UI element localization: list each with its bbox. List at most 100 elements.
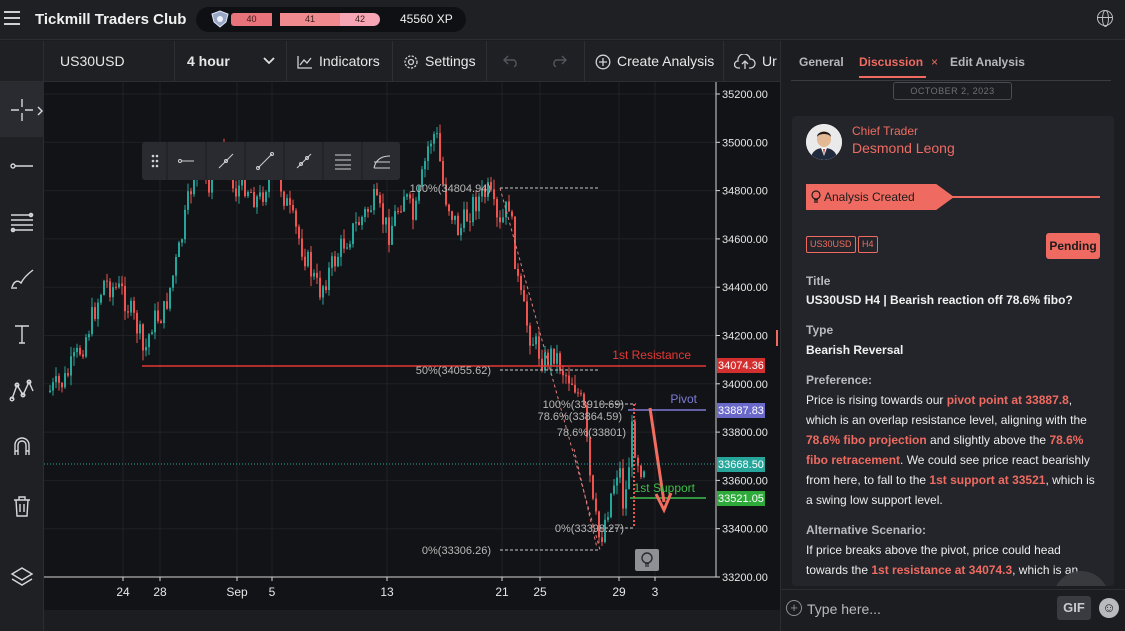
candle-body [427,146,429,162]
tab-edit-analysis[interactable]: Edit Analysis [950,55,1025,69]
create-analysis-button[interactable]: Create Analysis [585,41,724,82]
candle-body [400,211,402,213]
candle-body [568,375,570,384]
candle-body [238,185,240,197]
candle-body [106,280,108,282]
layers-icon [10,566,34,586]
current-price-text: 33668.50 [718,459,764,471]
candle-body [643,471,645,478]
candle-body [526,301,528,326]
price-tick-label: 35000.00 [722,137,768,149]
crosshair-tool[interactable] [0,82,44,137]
time-tick-label: 21 [495,585,509,599]
author-name[interactable]: Desmond Leong [852,140,955,156]
price-axis[interactable]: 35200.00 35000.00 34800.00 34600.00 34400.00… [715,82,768,584]
message-input[interactable] [807,598,1047,620]
candle-body [334,256,336,267]
candle-body [448,204,450,212]
layers-tool[interactable] [0,550,44,605]
add-attachment-icon[interactable]: + [786,600,802,616]
gif-button[interactable]: GIF [1057,596,1091,620]
price-chart[interactable]: 100%(34804.94) 50%(34055.62) 0%(33306.26… [44,82,780,610]
chart-canvas[interactable]: 100%(34804.94) 50%(34055.62) 0%(33306.26… [44,82,780,610]
message-composer: + GIF ☺ [781,589,1125,631]
candle-body [235,188,237,197]
pattern-tool[interactable] [0,362,44,417]
settings-button[interactable]: Settings [393,41,487,82]
create-analysis-label: Create Analysis [617,53,715,69]
alt-highlight-resistance: 1st resistance at 34074.3 [871,563,1013,577]
settings-label: Settings [425,53,476,69]
globe-icon[interactable] [1097,10,1113,27]
banner-divider [952,196,1100,198]
fib2-label-0: 0%(33398.27) [555,523,624,535]
gear-icon [404,55,418,69]
candle-body [397,211,399,213]
time-tick-label: 5 [269,585,276,599]
candle-body [253,192,255,208]
candle-body [124,286,126,312]
interval-selector[interactable]: 4 hour [175,41,287,82]
lightbulb-icon [811,190,821,203]
magnet-tool[interactable] [0,418,44,473]
tab-discussion[interactable]: Discussion × [859,55,938,78]
candle-body [256,196,258,208]
candle-body [133,300,135,313]
drawing-tools-bar [0,82,44,631]
candle-body [430,143,432,147]
candle-body [595,498,597,512]
rank-badge-icon [211,10,229,28]
fib-label-0: 0%(33306.26) [422,545,491,557]
fib-tool[interactable] [0,194,44,249]
candle-body [538,336,540,359]
candle-body [616,477,618,486]
candle-body [292,204,294,211]
crosshair-icon [11,98,33,121]
candle-body [376,189,378,196]
candle-body [523,290,525,302]
redo-icon[interactable] [551,55,567,67]
candle-body [379,195,381,204]
upload-button[interactable]: Ur [724,41,780,82]
time-axis[interactable]: 24 28 Sep 5 13 21 25 29 3 [44,576,716,599]
candle-body [295,210,297,227]
candle-body [52,382,54,391]
candle-body [424,161,426,170]
candle-body [436,133,438,135]
trash-icon [14,495,30,517]
candle-body [289,198,291,205]
candle-body [559,353,561,371]
candle-body [565,375,567,377]
symbol-selector[interactable]: US30USD [44,41,175,82]
candle-body [130,300,132,313]
line-chart-icon [297,56,312,69]
undo-icon[interactable] [503,55,519,67]
candle-body [472,196,474,223]
brush-icon [11,268,34,289]
idea-marker[interactable] [635,549,659,571]
candle-body [118,283,120,288]
text-tool[interactable] [0,306,44,361]
trend-line-tool[interactable] [0,138,44,193]
brush-tool[interactable] [0,250,44,305]
indicators-button[interactable]: Indicators [287,41,393,82]
candle-body [556,353,558,364]
symbol-label: US30USD [60,53,125,69]
close-icon[interactable]: × [931,55,938,69]
fib-label-50: 50%(34055.62) [416,365,491,377]
candle-body [355,222,357,224]
candle-body [265,191,267,202]
candle-body [337,256,339,267]
tab-general[interactable]: General [799,55,844,69]
delete-drawings-tool[interactable] [0,478,44,533]
candle-body [322,286,324,298]
candle-body [100,294,102,303]
emoji-icon[interactable]: ☺ [1099,598,1119,618]
candle-body [172,275,174,288]
candle-body [58,376,60,383]
candle-body [433,133,435,144]
menu-icon[interactable] [4,11,20,25]
candle-body [325,286,327,291]
candle-body [154,310,156,333]
candle-body [460,227,462,236]
